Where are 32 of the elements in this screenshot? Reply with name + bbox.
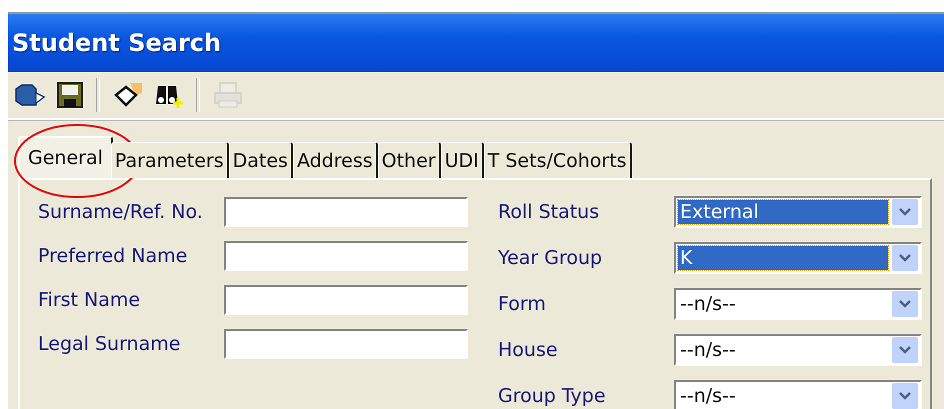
input-field[interactable] (224, 197, 468, 227)
field-label: Year Group (498, 247, 604, 269)
input-field[interactable] (224, 329, 468, 359)
tab[interactable]: Parameters (110, 142, 229, 178)
dropdown[interactable]: --n/s-- (674, 380, 922, 409)
field-label: Surname/Ref. No. (38, 201, 204, 223)
save-icon[interactable] (54, 79, 86, 111)
tab[interactable]: T Sets/Cohorts (484, 142, 632, 178)
input-field[interactable] (224, 241, 468, 271)
chevron-down-icon[interactable] (892, 245, 918, 271)
chevron-down-icon[interactable] (892, 383, 918, 409)
dropdown[interactable]: K (674, 242, 922, 274)
field-label: Legal Surname (38, 333, 182, 355)
tab[interactable]: UDI (440, 142, 484, 178)
tab[interactable]: Other (378, 142, 441, 178)
tab[interactable]: General (18, 136, 113, 178)
field-label: House (498, 339, 559, 361)
tab[interactable]: Dates (228, 142, 293, 178)
tab[interactable]: Address (292, 142, 378, 178)
chevron-down-icon[interactable] (892, 199, 918, 225)
window-title: Student Search (12, 29, 222, 57)
input-field[interactable] (224, 285, 468, 315)
dropdown[interactable]: --n/s-- (674, 334, 922, 366)
field-label: Preferred Name (38, 245, 188, 267)
chevron-down-icon[interactable] (892, 337, 918, 363)
dropdown[interactable]: --n/s-- (674, 288, 922, 320)
field-label: Group Type (498, 385, 607, 407)
field-label: Roll Status (498, 201, 600, 223)
dropdown[interactable]: External (674, 196, 922, 228)
field-label: First Name (38, 289, 142, 311)
chevron-down-icon[interactable] (892, 291, 918, 317)
field-label: Form (498, 293, 547, 315)
